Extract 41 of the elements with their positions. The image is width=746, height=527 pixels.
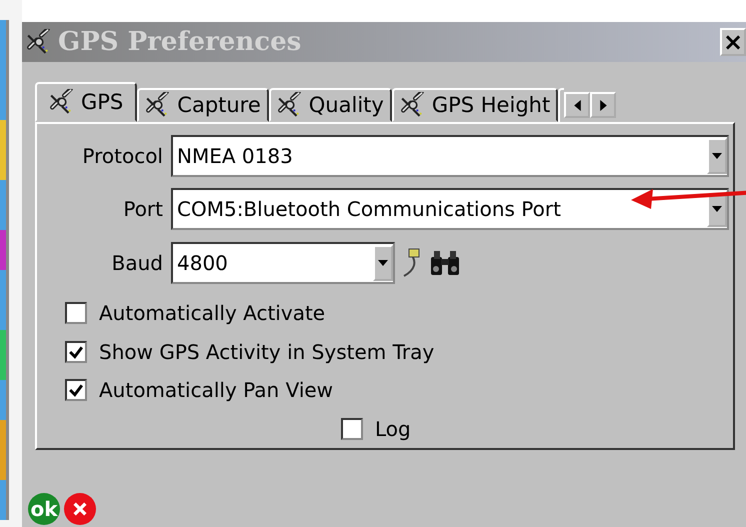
tab[interactable]: GPS: [35, 82, 138, 122]
satellite-icon: [400, 92, 426, 118]
window-title: GPS Preferences: [58, 27, 302, 57]
dropdown-field[interactable]: 4800: [171, 242, 395, 284]
ok-button[interactable]: ok: [28, 493, 60, 525]
checkbox[interactable]: [65, 340, 87, 363]
cancel-button[interactable]: [64, 493, 96, 525]
dropdown-field[interactable]: NMEA 0183: [171, 135, 729, 178]
caret-icon: [712, 153, 722, 160]
dropdown-button[interactable]: [707, 138, 727, 174]
satellite-icon: [276, 92, 303, 118]
dropdown-button[interactable]: [373, 244, 393, 281]
scroll-right-button[interactable]: [590, 92, 616, 118]
binoculars-icon[interactable]: [429, 248, 461, 277]
field-label: Baud: [110, 250, 164, 275]
satellite-icon: [49, 89, 75, 115]
field-label: Protocol: [81, 144, 164, 168]
checkmark-icon: [69, 383, 83, 398]
checkmark-icon: [69, 344, 83, 359]
checkbox[interactable]: [65, 302, 87, 324]
close-icon: [72, 501, 88, 517]
checkbox-label: Automatically Activate: [99, 301, 326, 326]
checkbox-label: Log: [375, 416, 411, 441]
cable-icon: [401, 248, 421, 278]
dropdown-field[interactable]: COM5:Bluetooth Communications Port: [171, 188, 729, 230]
field-label: Port: [122, 197, 164, 222]
checkbox[interactable]: [65, 379, 87, 402]
checkbox-label: Automatically Pan View: [99, 378, 334, 402]
left-triangle-icon: [574, 100, 581, 110]
caret-icon: [378, 260, 388, 266]
tab[interactable]: Quality: [268, 88, 392, 122]
scroll-left-button[interactable]: [564, 92, 590, 118]
right-triangle-icon: [600, 100, 607, 110]
satellite-icon: [145, 92, 172, 118]
close-button[interactable]: ×: [720, 28, 746, 56]
checkbox-label: Show GPS Activity in System Tray: [99, 340, 434, 364]
tab[interactable]: GPS Height: [392, 88, 558, 122]
caret-icon: [712, 206, 722, 212]
title-satellite-icon: [26, 29, 52, 55]
tab[interactable]: Capture: [137, 88, 269, 122]
checkbox[interactable]: [341, 418, 363, 440]
